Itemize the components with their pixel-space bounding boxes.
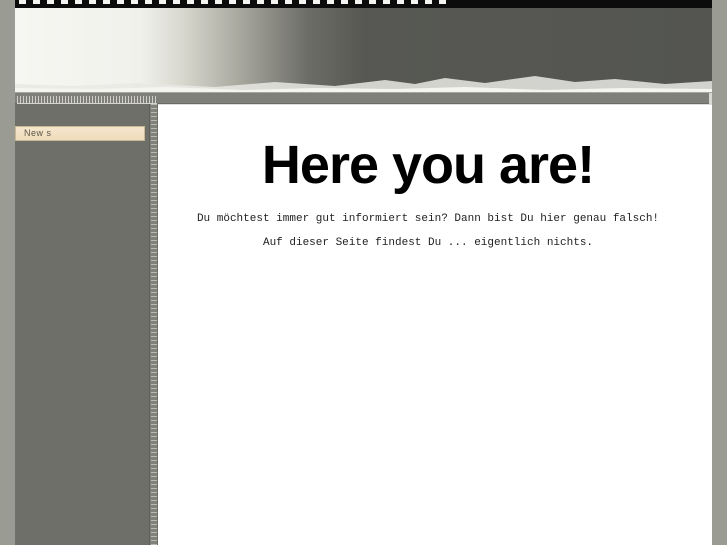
vertical-ruler-decoration — [149, 104, 157, 545]
filmstrip-decoration — [15, 0, 712, 8]
sidebar: New s — [15, 104, 148, 545]
sidebar-item-news[interactable]: New s — [15, 126, 145, 141]
filmstrip-holes — [19, 0, 449, 4]
main-content: Here you are! Du möchtest immer gut info… — [158, 104, 712, 545]
ruler-decoration — [17, 96, 157, 104]
vertical-ruler-ticks — [151, 104, 157, 545]
page-frame: New s Here you are! Du möchtest immer gu… — [15, 0, 712, 545]
page-title: Here you are! — [261, 135, 595, 195]
header-banner — [15, 8, 712, 92]
ruler-bar — [15, 92, 712, 105]
intro-paragraph: Du möchtest immer gut informiert sein? D… — [196, 213, 660, 225]
info-paragraph: Auf dieser Seite findest Du ... eigentli… — [262, 237, 594, 249]
torn-edge-decoration — [15, 76, 712, 92]
